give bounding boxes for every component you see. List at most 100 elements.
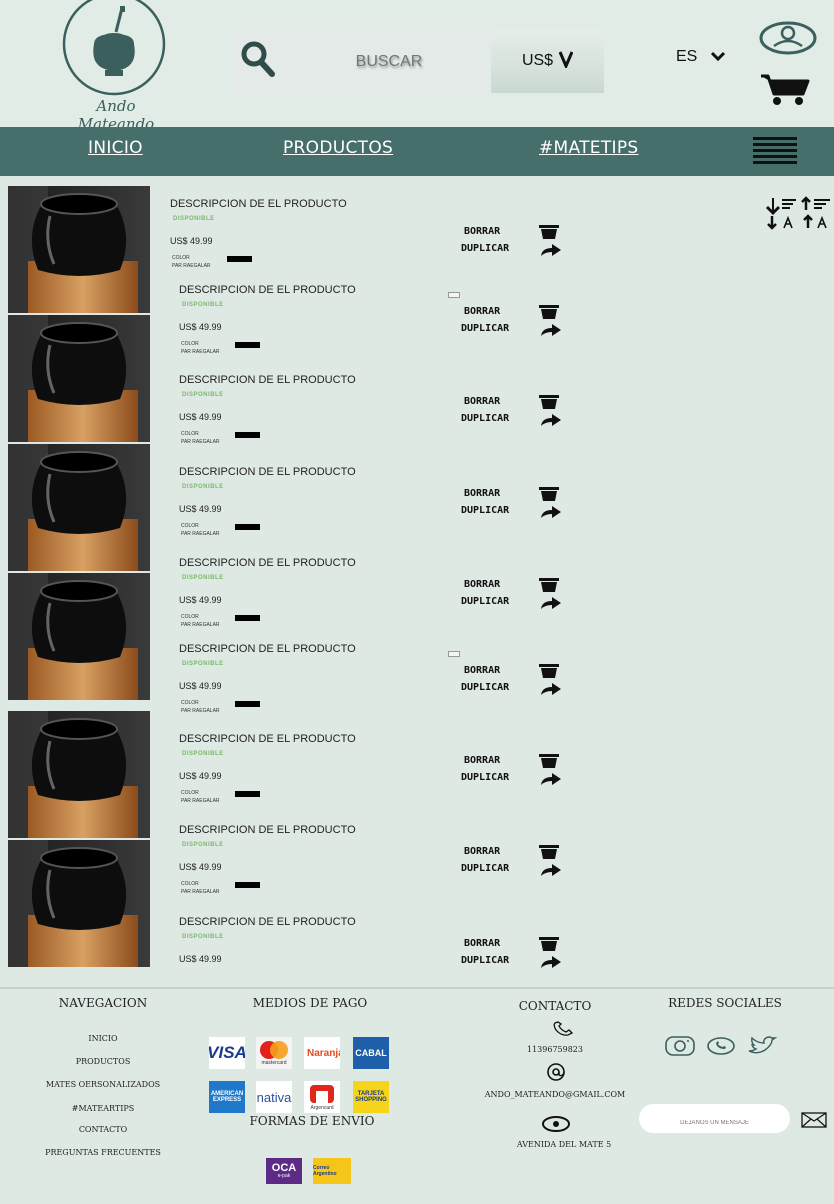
share-arrow-icon[interactable] [540, 862, 562, 881]
payment-naranja: Naranja [304, 1037, 340, 1069]
trash-icon[interactable] [538, 753, 560, 772]
language-selector[interactable]: ES [676, 48, 726, 66]
nav-link-inicio[interactable]: INICIO [88, 138, 143, 158]
share-arrow-icon[interactable] [540, 954, 562, 973]
footer-link-productos[interactable]: PRODUCTOS [38, 1057, 168, 1066]
footer-link-mates-personalizados[interactable]: MATES OERSONALIZADOS [38, 1080, 168, 1089]
duplicate-button[interactable]: DUPLICAR [461, 413, 509, 424]
availability-badge: DISPONIBLE [182, 575, 224, 581]
color-swatch[interactable] [235, 615, 260, 621]
share-arrow-icon[interactable] [540, 595, 562, 614]
availability-badge: DISPONIBLE [182, 751, 224, 757]
duplicate-button[interactable]: DUPLICAR [461, 863, 509, 874]
share-arrow-icon[interactable] [540, 322, 562, 341]
product-description: DESCRIPCION DE EL PRODUCTO [179, 284, 356, 296]
color-swatch[interactable] [235, 791, 260, 797]
whatsapp-icon[interactable] [706, 1036, 736, 1060]
gift-option-label: PAR RAEGALAR [181, 439, 220, 445]
hamburger-menu-icon[interactable] [753, 136, 797, 166]
duplicate-button[interactable]: DUPLICAR [461, 596, 509, 607]
share-arrow-icon[interactable] [540, 242, 562, 261]
footer-link-inicio[interactable]: INICIO [38, 1034, 168, 1043]
instagram-icon[interactable] [665, 1036, 695, 1060]
argencard-icon [310, 1085, 334, 1103]
payment-argencard: Argencard [304, 1081, 340, 1113]
nav-link-productos[interactable]: PRODUCTOS [283, 138, 393, 158]
language-label: ES [676, 48, 698, 65]
currency-selector[interactable]: US$ [491, 29, 604, 93]
search-input[interactable] [299, 47, 479, 77]
footer-contact-title: CONTACTO [518, 999, 592, 1013]
payment-nativa: nativa [256, 1081, 292, 1113]
header: Ando Mateando US$ ES [0, 0, 834, 133]
search-icon[interactable] [241, 41, 275, 81]
duplicate-button[interactable]: DUPLICAR [461, 323, 509, 334]
sort-button[interactable] [764, 196, 834, 234]
main-navigation: INICIO PRODUCTOS #MATETIPS [0, 127, 834, 176]
gift-option-label: PAR RAEGALAR [172, 263, 211, 269]
delete-button[interactable]: BORRAR [464, 755, 500, 766]
footer-link-faq[interactable]: PREGUNTAS FRECUENTES [38, 1148, 168, 1157]
color-swatch[interactable] [235, 524, 260, 530]
message-input[interactable] [639, 1104, 790, 1133]
twitter-icon[interactable] [747, 1036, 778, 1060]
trash-icon[interactable] [538, 663, 560, 682]
delete-button[interactable]: BORRAR [464, 306, 500, 317]
cart-item: DESCRIPCION DE EL PRODUCTO DISPONIBLE US$ … [0, 372, 834, 462]
contact-email[interactable]: ANDO_MATEANDO@GMAIL.COM [455, 1090, 655, 1099]
trash-icon[interactable] [538, 224, 560, 243]
footer-social-title: REDES SOCIALES [668, 996, 782, 1010]
footer-payment-title: MEDIOS DE PAGO [252, 996, 368, 1010]
trash-icon[interactable] [538, 936, 560, 955]
duplicate-button[interactable]: DUPLICAR [461, 682, 509, 693]
color-swatch[interactable] [235, 882, 260, 888]
duplicate-button[interactable]: DUPLICAR [461, 772, 509, 783]
duplicate-button[interactable]: DUPLICAR [461, 505, 509, 516]
delete-button[interactable]: BORRAR [464, 665, 500, 676]
trash-icon[interactable] [538, 304, 560, 323]
trash-icon[interactable] [538, 394, 560, 413]
product-description: DESCRIPCION DE EL PRODUCTO [179, 557, 356, 569]
delete-button[interactable]: BORRAR [464, 938, 500, 949]
gift-option-label: PAR RAEGALAR [181, 622, 220, 628]
color-swatch[interactable] [235, 432, 260, 438]
trash-icon[interactable] [538, 486, 560, 505]
gift-option-label: PAR RAEGALAR [181, 889, 220, 895]
color-swatch[interactable] [235, 701, 260, 707]
delete-button[interactable]: BORRAR [464, 396, 500, 407]
send-mail-icon[interactable] [801, 1112, 827, 1132]
nav-link-matetips[interactable]: #MATETIPS [539, 138, 639, 158]
color-option-label: COLOR [172, 255, 190, 261]
cart-list: DESCRIPCION DE EL PRODUCTO DISPONIBLE US$ … [0, 176, 834, 988]
color-swatch[interactable] [235, 342, 260, 348]
share-arrow-icon[interactable] [540, 681, 562, 700]
availability-badge: DISPONIBLE [182, 934, 224, 940]
footer-link-mateartips[interactable]: #MATEARTIPS [38, 1104, 168, 1113]
footer-link-contacto[interactable]: CONTACTO [38, 1125, 168, 1134]
product-price: US$ 49.99 [179, 862, 222, 872]
shipping-oca: OCA e-pak [266, 1158, 302, 1184]
duplicate-button[interactable]: DUPLICAR [461, 955, 509, 966]
contact-phone[interactable]: 11396759823 [455, 1045, 655, 1054]
user-account-button[interactable] [759, 20, 817, 60]
share-arrow-icon[interactable] [540, 771, 562, 790]
share-arrow-icon[interactable] [540, 504, 562, 523]
cart-button[interactable] [759, 72, 811, 110]
mate-logo-icon [62, 0, 166, 96]
product-price: US$ 49.99 [179, 681, 222, 691]
cart-item: DESCRIPCION DE EL PRODUCTO DISPONIBLE US$ … [0, 822, 834, 912]
trash-icon[interactable] [538, 844, 560, 863]
trash-icon[interactable] [538, 577, 560, 596]
availability-badge: DISPONIBLE [182, 661, 224, 667]
payment-tarjeta-shopping: TARJETA SHOPPING [353, 1081, 389, 1113]
color-swatch[interactable] [227, 256, 252, 262]
delete-button[interactable]: BORRAR [464, 579, 500, 590]
delete-button[interactable]: BORRAR [464, 226, 500, 237]
duplicate-button[interactable]: DUPLICAR [461, 243, 509, 254]
cart-item: DESCRIPCION DE EL PRODUCTO DISPONIBLE US$ … [0, 731, 834, 821]
share-arrow-icon[interactable] [540, 412, 562, 431]
product-description: DESCRIPCION DE EL PRODUCTO [170, 198, 347, 210]
delete-button[interactable]: BORRAR [464, 488, 500, 499]
product-price: US$ 49.99 [179, 322, 222, 332]
delete-button[interactable]: BORRAR [464, 846, 500, 857]
